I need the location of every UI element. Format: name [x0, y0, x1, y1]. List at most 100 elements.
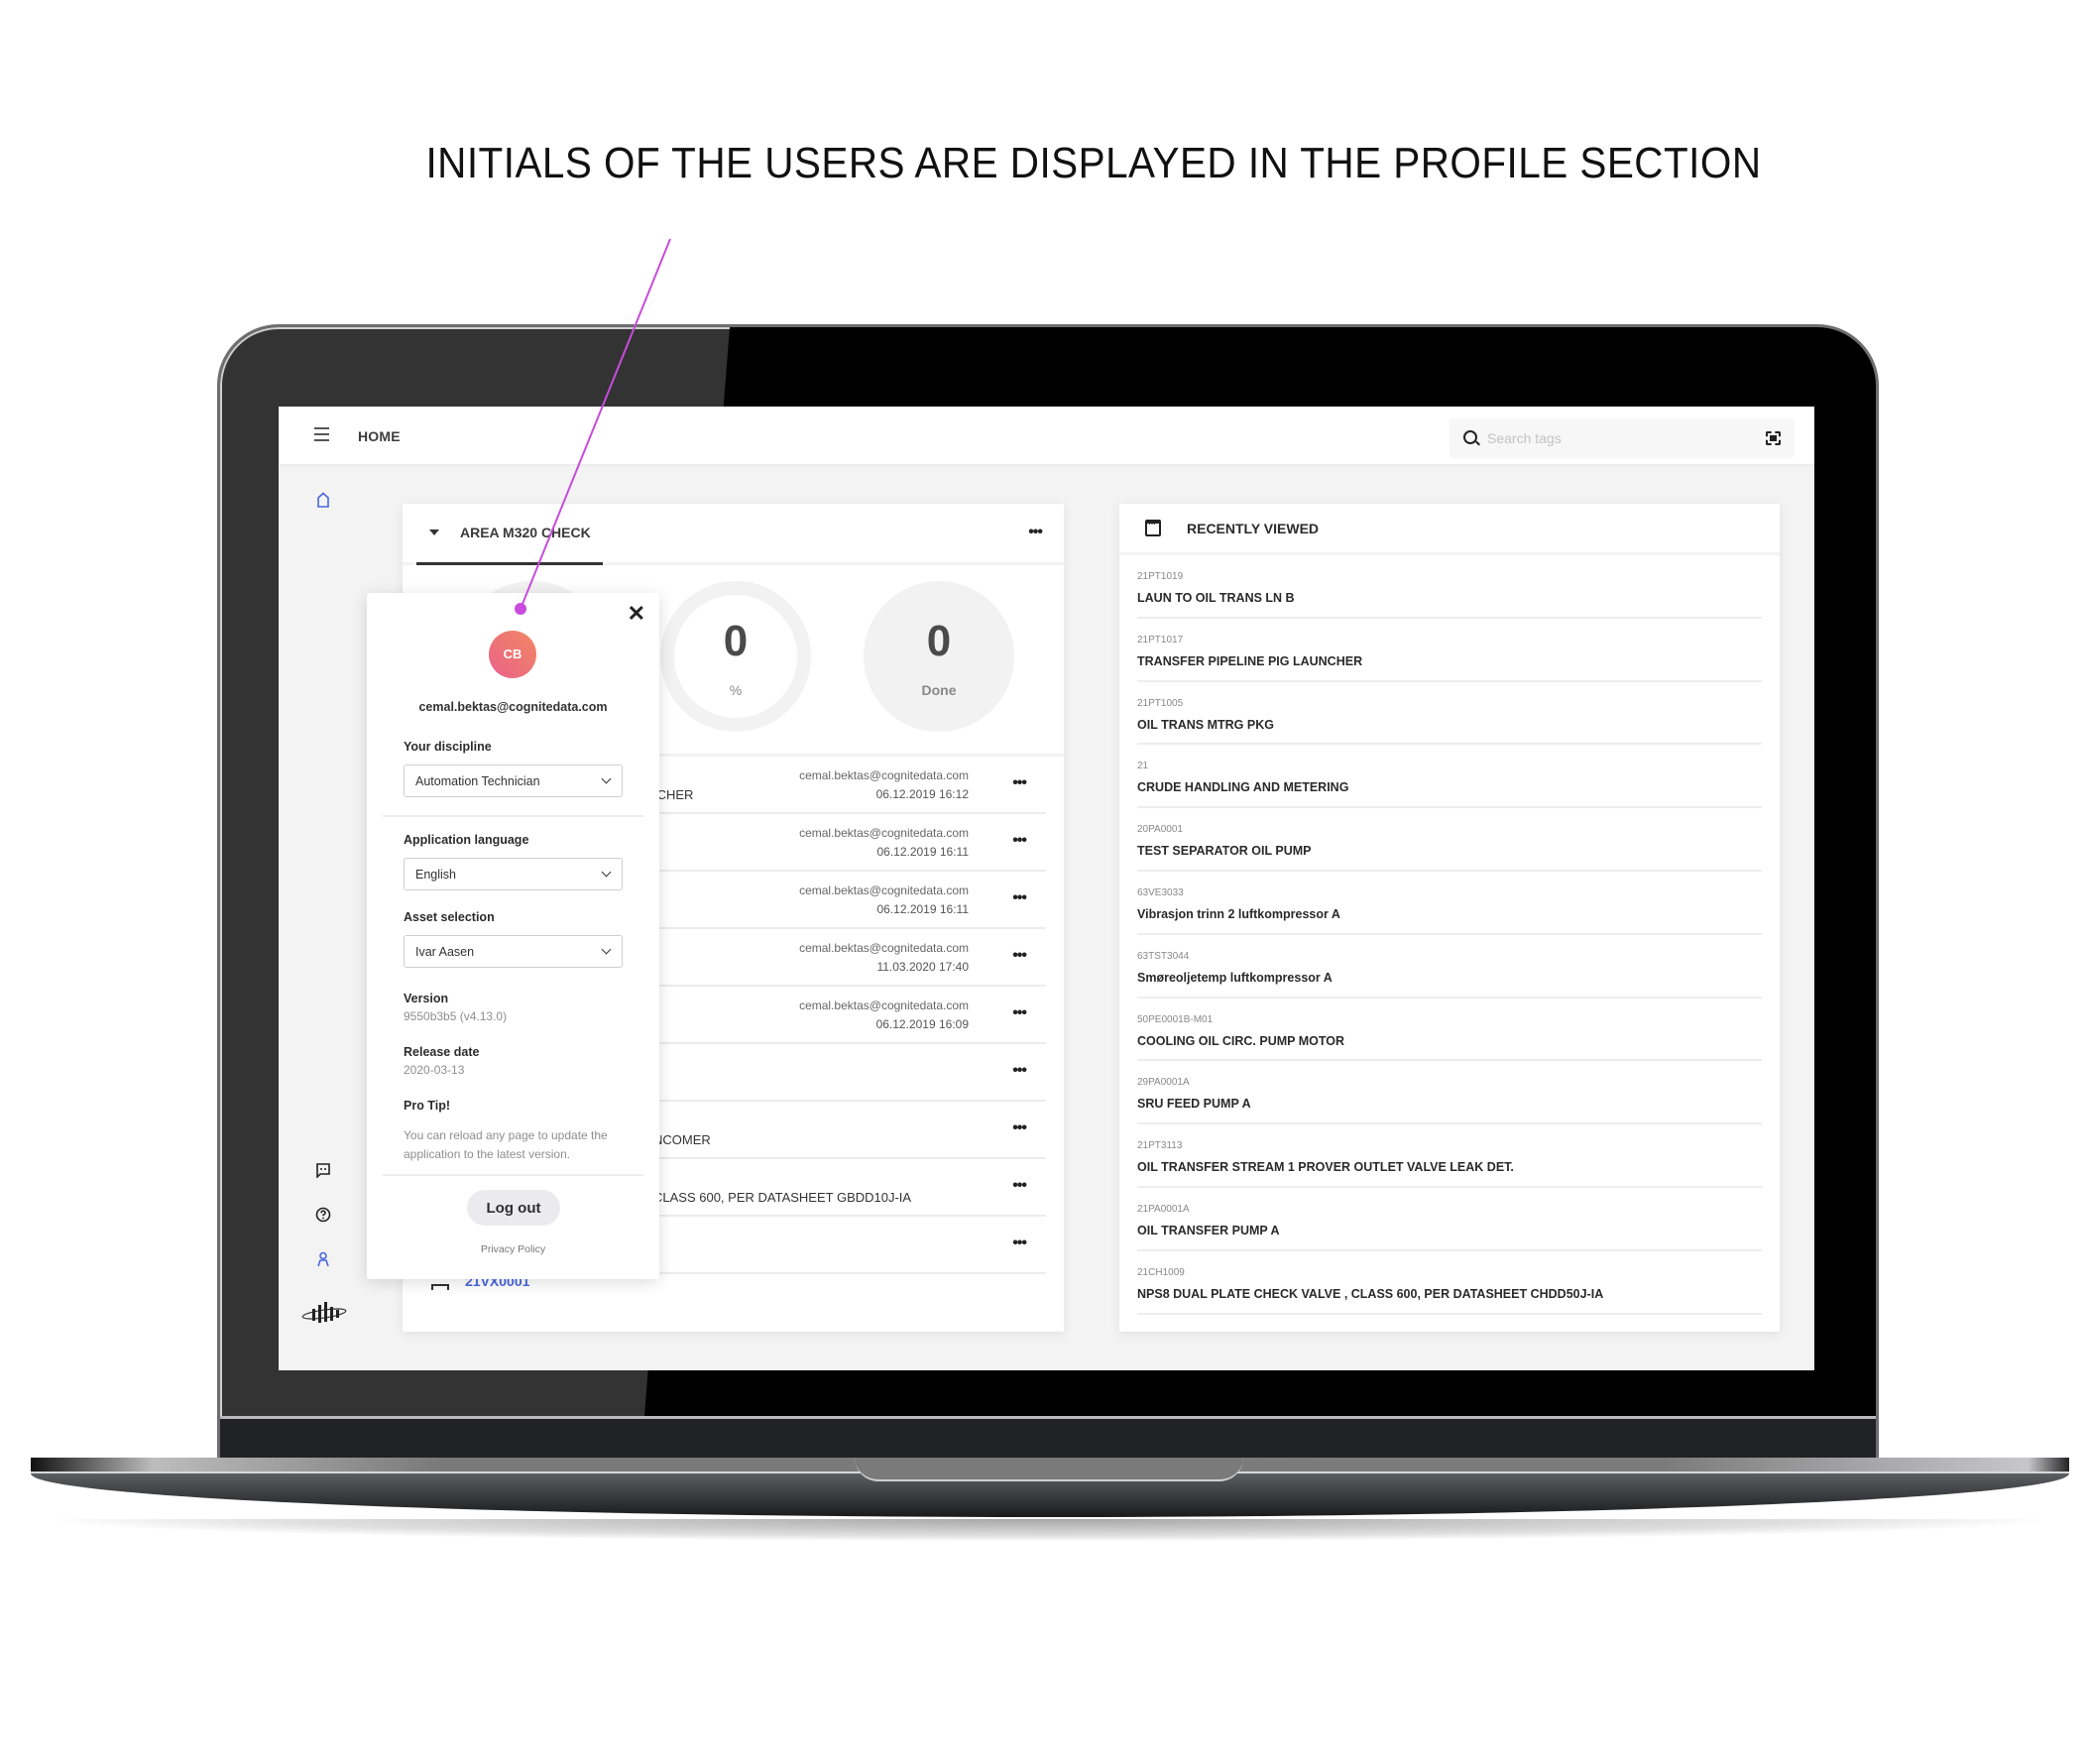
tag-code: 63VE3033 [1137, 886, 1184, 898]
asset-label: Asset selection [404, 910, 495, 924]
row-more-button[interactable]: ••• [1012, 1178, 1027, 1194]
chevron-down-icon [601, 773, 612, 784]
profile-email: cemal.bektas@cognitedata.com [418, 700, 608, 714]
privacy-policy-link[interactable]: Privacy Policy [367, 1243, 659, 1255]
home-icon[interactable] [315, 492, 331, 508]
feedback-chat-icon[interactable] [315, 1162, 331, 1178]
tag-name: COOLING OIL CIRC. PUMP MOTOR [1137, 1033, 1345, 1048]
collapse-caret-icon[interactable] [429, 529, 439, 535]
divider [383, 815, 643, 817]
recently-viewed-item[interactable]: 29PA0001A SRU FEED PUMP A [1137, 1061, 1762, 1125]
tag-code: 50PE0001B-M01 [1137, 1013, 1214, 1025]
app-header: HOME [279, 407, 1814, 466]
equipment-icon [431, 1284, 449, 1290]
row-user: cemal.bektas@cognitedata.com [799, 768, 969, 782]
recently-viewed-item[interactable]: 63TST3044 Smøreoljetemp luftkompressor A [1137, 935, 1762, 999]
recently-viewed-item[interactable]: 21PT1017 TRANSFER PIPELINE PIG LAUNCHER [1137, 619, 1762, 682]
tag-name: CRUDE HANDLING AND METERING [1137, 780, 1349, 795]
tag-code: 21PT1005 [1137, 697, 1184, 709]
annotation-heading: INITIALS OF THE USERS ARE DISPLAYED IN T… [425, 139, 1762, 187]
search-input[interactable] [1487, 426, 1745, 450]
search-box[interactable] [1450, 418, 1795, 458]
recently-viewed-title: RECENTLY VIEWED [1187, 521, 1320, 536]
laptop-shadow [59, 1519, 2038, 1541]
discipline-value: Automation Technician [415, 774, 540, 788]
row-more-button[interactable]: ••• [1012, 1235, 1027, 1251]
checklist-title[interactable]: AREA M320 CHECK [460, 525, 591, 540]
done-stat: 0 Done [864, 581, 1014, 732]
row-more-button[interactable]: ••• [1012, 1005, 1027, 1021]
tag-name: OIL TRANSFER PUMP A [1137, 1223, 1280, 1237]
pro-tip-label: Pro Tip! [404, 1099, 450, 1113]
recently-viewed-list: 21PT1019 LAUN TO OIL TRANS LN B 21PT1017 T… [1119, 555, 1780, 1332]
cognite-logo-icon [301, 1302, 347, 1323]
row-name: CLASS 600, PER DATASHEET GBDD10J-IA [653, 1190, 912, 1205]
language-select[interactable]: English [404, 858, 623, 890]
row-user: cemal.bektas@cognitedata.com [799, 883, 969, 897]
percent-stat: 0 % [660, 581, 811, 732]
row-user: cemal.bektas@cognitedata.com [799, 826, 969, 840]
tag-code: 21PT1017 [1137, 634, 1184, 646]
tag-name: TEST SEPARATOR OIL PUMP [1137, 844, 1312, 859]
search-icon [1463, 430, 1477, 444]
discipline-label: Your discipline [404, 740, 492, 754]
row-date: 06.12.2019 16:12 [875, 787, 969, 801]
tag-name: LAUN TO OIL TRANS LN B [1137, 591, 1295, 605]
tag-code: 21PA0001A [1137, 1203, 1190, 1215]
sidebar [279, 468, 368, 1370]
asset-select[interactable]: Ivar Aasen [404, 935, 623, 968]
recently-viewed-item[interactable]: 21PA0001A OIL TRANSFER PUMP A [1137, 1188, 1762, 1251]
tag-code: 29PA0001A [1137, 1077, 1190, 1089]
hamburger-menu-icon[interactable] [314, 427, 329, 441]
recently-viewed-item[interactable]: 21PT3113 OIL TRANSFER STREAM 1 PROVER OUT… [1137, 1124, 1762, 1188]
close-icon[interactable]: ✕ [628, 601, 645, 627]
row-date: 06.12.2019 16:11 [876, 902, 969, 916]
tag-name: Smøreoljetemp luftkompressor A [1137, 970, 1333, 985]
row-user: cemal.bektas@cognitedata.com [799, 941, 969, 955]
row-more-button[interactable]: ••• [1012, 775, 1027, 791]
pro-tip-text: You can reload any page to update the ap… [404, 1128, 608, 1161]
recently-viewed-item[interactable]: 21CP1016 [1137, 1315, 1762, 1332]
page-title: HOME [358, 428, 401, 444]
tag-code: 21 [1137, 761, 1149, 772]
row-user: cemal.bektas@cognitedata.com [799, 999, 969, 1012]
recently-viewed-item[interactable]: 21 CRUDE HANDLING AND METERING [1137, 745, 1762, 809]
help-icon[interactable] [315, 1207, 331, 1223]
row-more-button[interactable]: ••• [1012, 1120, 1027, 1136]
tag-code: 21PT3113 [1137, 1140, 1183, 1152]
tag-name: OIL TRANSFER STREAM 1 PROVER OUTLET VALV… [1137, 1160, 1514, 1175]
tag-name: TRANSFER PIPELINE PIG LAUNCHER [1137, 653, 1363, 668]
done-label: Done [921, 682, 957, 698]
row-more-button[interactable]: ••• [1012, 890, 1027, 906]
row-date: 11.03.2020 17:40 [876, 960, 969, 974]
profile-popup: ✕ CB cemal.bektas@cognitedata.com Your d… [367, 593, 659, 1279]
row-date: 06.12.2019 16:09 [875, 1017, 969, 1031]
chevron-down-icon [601, 944, 612, 955]
tag-name: SRU FEED PUMP A [1137, 1097, 1251, 1112]
discipline-select[interactable]: Automation Technician [404, 764, 623, 797]
recently-viewed-item[interactable]: 50PE0001B-M01 COOLING OIL CIRC. PUMP MOTO… [1137, 999, 1762, 1062]
recently-viewed-item[interactable]: 21CH1009 NPS8 DUAL PLATE CHECK VALVE , CL… [1137, 1251, 1762, 1315]
recently-viewed-item[interactable]: 21PT1005 OIL TRANS MTRG PKG [1137, 682, 1762, 746]
user-profile-icon[interactable] [315, 1251, 331, 1267]
done-value: 0 [926, 617, 952, 665]
row-more-button[interactable]: ••• [1012, 1063, 1027, 1079]
row-more-button[interactable]: ••• [1012, 833, 1027, 849]
tag-code: 21CH1009 [1137, 1266, 1185, 1278]
percent-label: % [729, 682, 743, 698]
recently-viewed-item[interactable]: 63VE3033 Vibrasjon trinn 2 luftkompressor… [1137, 872, 1762, 935]
row-more-button[interactable]: ••• [1012, 948, 1027, 964]
app-screen: HOME Search tags AREA M320 CHECK ••• 0 %… [279, 407, 1814, 1370]
card-more-button[interactable]: ••• [1028, 525, 1043, 540]
asset-value: Ivar Aasen [415, 945, 475, 959]
language-label: Application language [404, 833, 529, 847]
recently-viewed-item[interactable]: 21PT1019 LAUN TO OIL TRANS LN B [1137, 555, 1762, 619]
percent-value: 0 [723, 617, 749, 665]
recently-viewed-item[interactable]: 20PA0001 TEST SEPARATOR OIL PUMP [1137, 808, 1762, 872]
tag-code: 21CP1016 [1137, 1331, 1184, 1332]
version-value: 9550b3b5 (v4.13.0) [404, 1009, 508, 1023]
release-date-value: 2020-03-13 [404, 1063, 465, 1077]
scan-icon[interactable] [1766, 431, 1781, 445]
logout-button[interactable]: Log out [467, 1190, 560, 1226]
chevron-down-icon [601, 867, 612, 878]
